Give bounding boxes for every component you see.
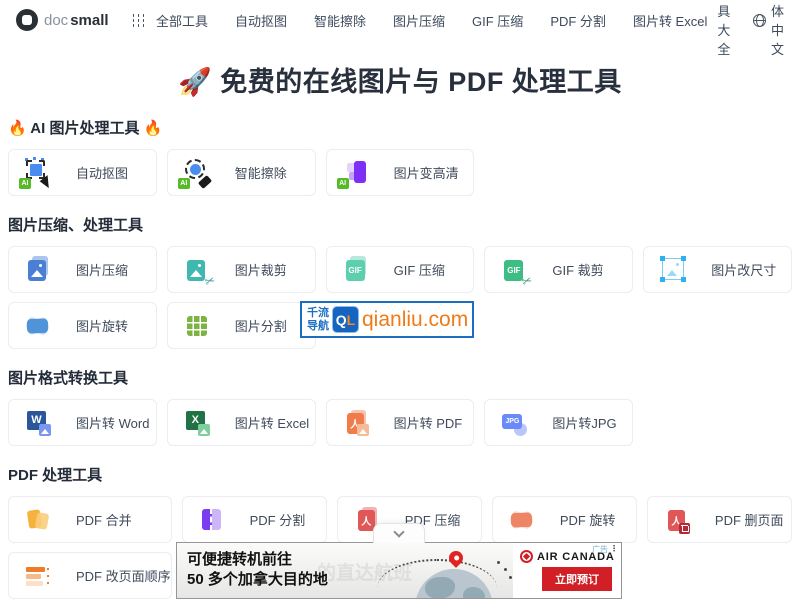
card-pdf-delete-pages[interactable]: 人 PDF 删页面 <box>646 496 792 543</box>
grid-menu-icon[interactable] <box>132 13 134 17</box>
card-image-to-pdf[interactable]: 人 图片转 PDF <box>325 399 475 446</box>
nav-item-smart-erase[interactable]: 智能擦除 <box>314 11 366 30</box>
gif-crop-icon: GIF ✂ <box>498 254 534 289</box>
image-hd-icon: AI <box>336 157 372 189</box>
globe-icon <box>752 13 766 27</box>
card-image-to-word[interactable]: W 图片转 Word <box>8 399 157 446</box>
pdf-delete-pages-icon: 人 <box>661 504 693 536</box>
section-title-ai: 🔥 AI 图片处理工具 🔥 <box>8 120 163 137</box>
ad-menu-icon: ⋮ <box>610 544 618 553</box>
image-crop-icon: ✂ <box>181 254 217 289</box>
ad-collapse-button[interactable] <box>373 523 425 543</box>
pdf-split-icon <box>196 504 228 536</box>
chevron-down-icon <box>393 526 405 538</box>
nav-item-all-tools[interactable]: 全部工具 <box>156 11 208 30</box>
language-label: 简体中文 <box>770 4 784 57</box>
card-auto-cutout[interactable]: AI 自动抠图 <box>8 149 157 196</box>
watermark-cn-text: 千流 导航 <box>307 306 329 332</box>
card-image-compress[interactable]: 图片压缩 <box>8 246 157 293</box>
ql-badge-icon: QL <box>332 306 359 333</box>
section-title-image: 图片压缩、处理工具 <box>8 217 144 234</box>
auto-cutout-icon: AI <box>19 157 55 190</box>
card-pdf-merge[interactable]: PDF 合并 <box>8 496 172 543</box>
card-image-rotate[interactable]: 图片旋转 <box>8 302 157 349</box>
qianliu-watermark[interactable]: 千流 导航 QL qianliu.com <box>300 301 475 338</box>
docsmall-logo[interactable]: doc small <box>16 9 109 31</box>
watermark-domain: qianliu.com <box>362 307 469 331</box>
main-nav: 全部工具 自动抠图 智能擦除 图片压缩 GIF 压缩 PDF 分割 图片转 Ex… <box>156 11 707 30</box>
card-image-split[interactable]: 图片分割 <box>166 302 316 349</box>
section-title-convert: 图片格式转换工具 <box>8 370 129 387</box>
image-split-icon <box>181 310 213 342</box>
card-pdf-rotate[interactable]: PDF 旋转 <box>491 496 637 543</box>
ad-choices[interactable]: 广告 ⋮ <box>592 544 618 555</box>
nav-item-pdf-split[interactable]: PDF 分割 <box>550 11 606 30</box>
language-switcher[interactable]: 简体中文 <box>752 0 784 58</box>
docsmall-logo-icon <box>16 9 38 31</box>
dotted-route-right-icon <box>497 561 500 564</box>
smart-erase-icon: AI <box>177 157 213 189</box>
card-image-resize[interactable]: 图片改尺寸 <box>643 246 792 293</box>
pdf-reorder-icon <box>22 560 54 592</box>
ad-cta-button[interactable]: 立即预订 <box>542 567 612 591</box>
hero: 🚀 免费的在线图片与 PDF 处理工具 <box>0 60 800 99</box>
nav-item-auto-cutout[interactable]: 自动抠图 <box>235 11 287 30</box>
card-pdf-reorder[interactable]: PDF 改页面顺序 <box>8 552 172 599</box>
image-to-excel-icon: X <box>181 407 213 439</box>
card-image-hd[interactable]: AI 图片变高清 <box>325 149 475 196</box>
image-compress-icon <box>22 254 54 286</box>
image-rotate-icon <box>22 310 54 342</box>
image-resize-icon <box>657 254 689 286</box>
ad-label-text: 广告 <box>592 545 608 554</box>
card-image-to-jpg[interactable]: JPG 图片转JPG <box>484 399 634 446</box>
pdf-rotate-icon <box>506 504 538 536</box>
card-image-to-excel[interactable]: X 图片转 Excel <box>166 399 316 446</box>
pdf-merge-icon <box>22 504 54 536</box>
card-gif-crop[interactable]: GIF ✂ GIF 裁剪 <box>484 246 634 293</box>
gif-compress-icon: GIF <box>340 254 372 286</box>
nav-item-image-to-excel[interactable]: 图片转 Excel <box>633 11 707 30</box>
air-canada-logo-icon <box>520 550 533 563</box>
card-gif-compress[interactable]: GIF GIF 压缩 <box>325 246 475 293</box>
ad-banner[interactable]: 的直达航班 可便捷转机前往 50 多个加拿大目的地 AIR CANADA 立即预… <box>176 542 622 599</box>
tools-all-link[interactable]: 工具大全 <box>717 0 735 58</box>
section-convert-tools: 图片格式转换工具 W 图片转 Word X 图片转 Excel 人 图片转 PD… <box>8 367 792 446</box>
section-title-pdf: PDF 处理工具 <box>8 467 103 484</box>
logo-text-small: small <box>70 11 109 29</box>
top-navbar: doc small 全部工具 自动抠图 智能擦除 图片压缩 GIF 压缩 PDF… <box>0 0 800 57</box>
page-title: 🚀 免费的在线图片与 PDF 处理工具 <box>178 67 622 97</box>
card-smart-erase[interactable]: AI 智能擦除 <box>166 149 316 196</box>
card-pdf-split[interactable]: PDF 分割 <box>181 496 327 543</box>
ad-headline: 可便捷转机前往 50 多个加拿大目的地 <box>187 551 328 589</box>
logo-text-doc: doc <box>44 11 69 29</box>
card-image-crop[interactable]: ✂ 图片裁剪 <box>166 246 316 293</box>
image-to-jpg-icon: JPG <box>498 407 530 439</box>
nav-item-image-compress[interactable]: 图片压缩 <box>393 11 445 30</box>
section-ai-tools: 🔥 AI 图片处理工具 🔥 AI 自动抠图 AI 智能擦除 AI 图片变高清 <box>8 117 792 196</box>
image-to-pdf-icon: 人 <box>340 407 372 439</box>
nav-item-gif-compress[interactable]: GIF 压缩 <box>472 11 523 30</box>
image-to-word-icon: W <box>22 407 54 439</box>
